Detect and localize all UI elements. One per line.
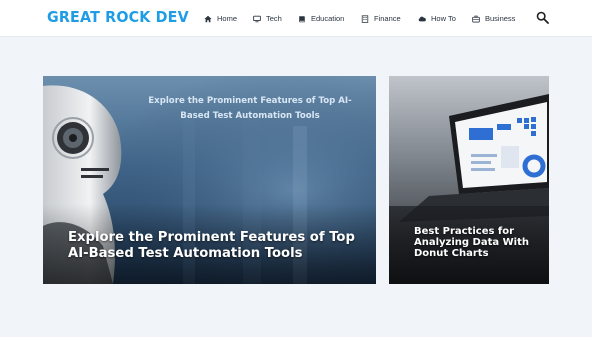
monitor-icon <box>253 15 261 23</box>
featured-post-main[interactable]: Explore the Prominent Features of Top AI… <box>43 76 376 284</box>
featured-post-title[interactable]: Explore the Prominent Features of Top AI… <box>68 230 368 261</box>
featured-post-title[interactable]: Best Practices for Analyzing Data With D… <box>414 226 544 259</box>
briefcase-icon <box>472 15 480 23</box>
site-header: GREAT ROCK DEV Home Tech Education Finan… <box>0 0 592 37</box>
nav-item-finance[interactable]: Finance <box>361 0 401 37</box>
banner-text: Explore the Prominent Features of Top AI… <box>148 96 352 121</box>
nav-item-label: How To <box>431 14 456 23</box>
nav-item-education[interactable]: Education <box>298 0 344 37</box>
featured-post-side[interactable]: Best Practices for Analyzing Data With D… <box>389 76 549 284</box>
nav-item-label: Education <box>311 14 345 23</box>
search-icon[interactable] <box>536 11 549 24</box>
nav-item-label: Business <box>485 14 516 23</box>
nav-item-business[interactable]: Business <box>472 0 515 37</box>
site-logo[interactable]: GREAT ROCK DEV <box>47 8 189 26</box>
nav-item-label: Finance <box>374 14 401 23</box>
building-icon <box>361 14 369 23</box>
nav-item-tech[interactable]: Tech <box>253 0 282 37</box>
book-icon <box>298 15 306 23</box>
nav-item-label: Tech <box>266 14 282 23</box>
nav-item-how-to[interactable]: How To <box>418 0 456 37</box>
nav-item-label: Home <box>217 14 238 23</box>
nav-item-home[interactable]: Home <box>204 0 237 37</box>
home-icon <box>204 15 212 23</box>
cloud-icon <box>418 15 426 23</box>
